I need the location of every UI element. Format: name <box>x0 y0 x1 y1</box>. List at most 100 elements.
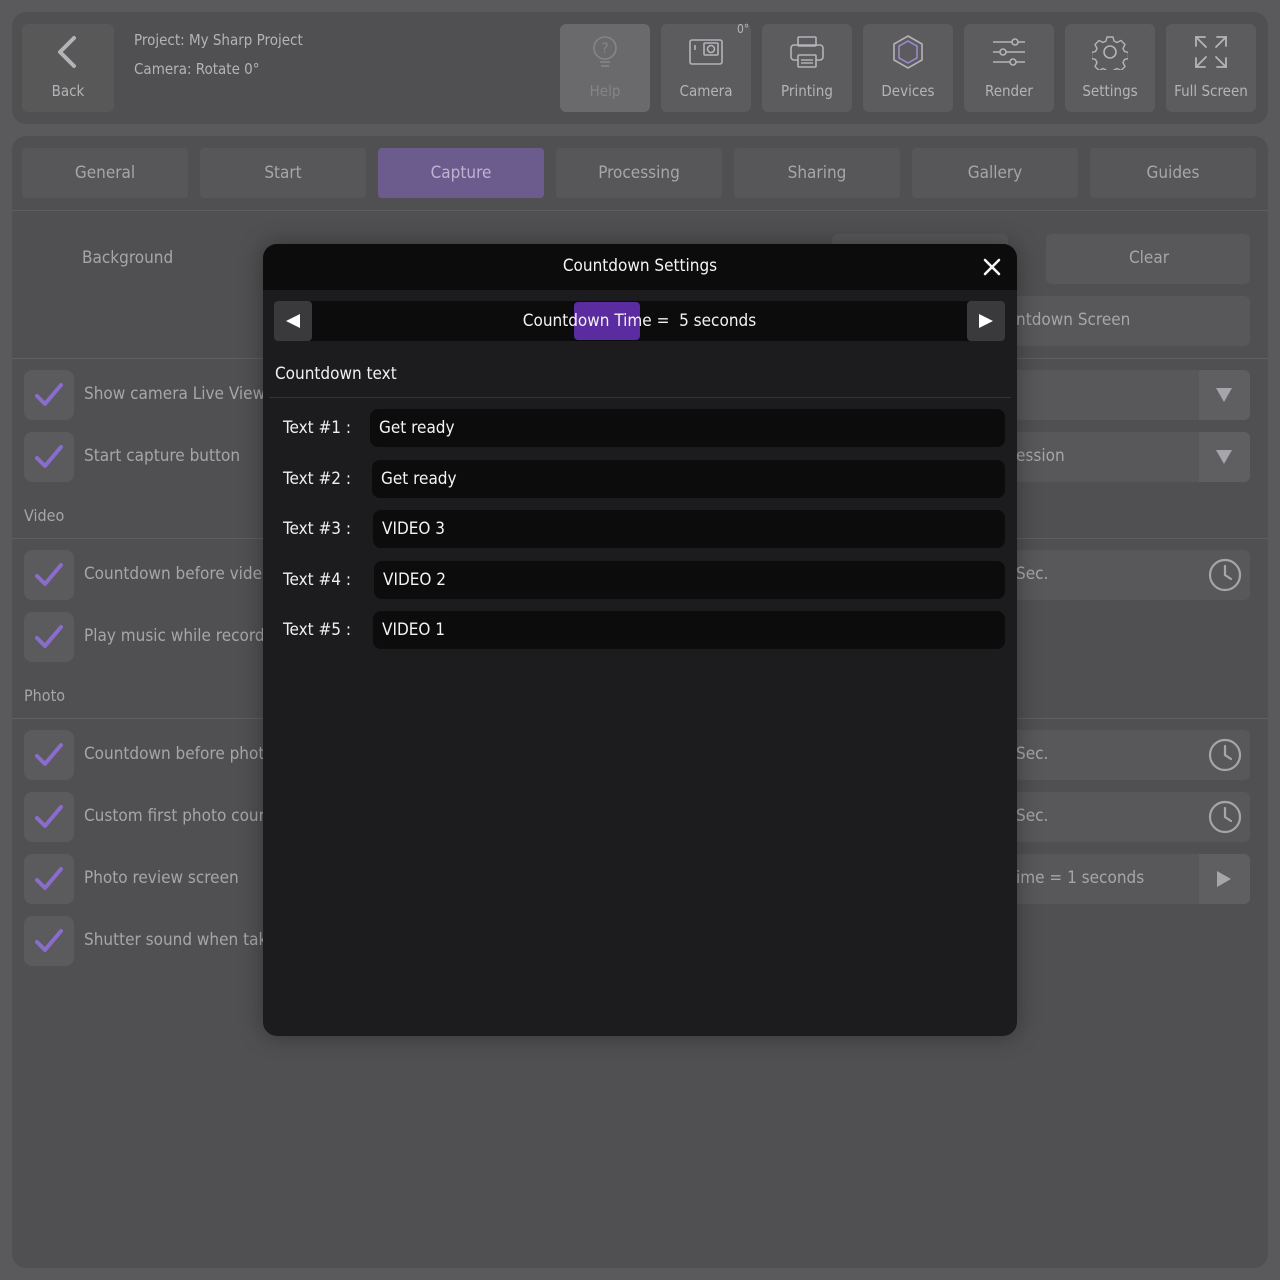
camera-button[interactable]: Camera <box>661 24 751 112</box>
back-label: Back <box>51 82 85 100</box>
live-view-dropdown-toggle[interactable] <box>1199 370 1250 420</box>
render-label: Render <box>985 82 1033 100</box>
photo-review-checkbox[interactable] <box>24 854 74 904</box>
camera-icon <box>689 39 723 65</box>
custom-first-photo-checkbox[interactable] <box>24 792 74 842</box>
text-2-input[interactable] <box>372 460 1005 498</box>
video-section-label: Video <box>24 506 65 525</box>
text-2-label: Text #2 : <box>283 469 352 489</box>
text-3-label: Text #3 : <box>283 519 352 539</box>
project-info: Project: My Sharp Project Camera: Rotate… <box>134 26 303 84</box>
tab-processing[interactable]: Processing <box>556 148 722 198</box>
play-music-label: Play music while record <box>84 626 265 646</box>
photo-review-next-button[interactable] <box>1199 854 1250 904</box>
arrow-left-icon <box>286 314 300 328</box>
checkmark-icon <box>35 743 63 766</box>
custom-first-photo-label: Custom first photo cour <box>84 806 265 826</box>
countdown-video-label: Countdown before vide <box>84 564 263 584</box>
tabs-divider <box>12 210 1268 211</box>
printing-button[interactable]: Printing <box>762 24 852 112</box>
live-view-checkbox[interactable] <box>24 370 74 420</box>
countdown-text-heading: Countdown text <box>275 364 397 384</box>
countdown-video-unit: Sec. <box>1016 564 1049 584</box>
countdown-time-value: Countdown Time = 5 seconds <box>522 311 757 331</box>
countdown-video-checkbox[interactable] <box>24 550 74 600</box>
fullscreen-icon <box>1195 36 1227 68</box>
start-capture-checkbox[interactable] <box>24 432 74 482</box>
camera-rotation-badge: 0° <box>737 22 750 36</box>
text-4-label: Text #4 : <box>283 570 352 590</box>
help-label: Help <box>589 82 621 100</box>
fullscreen-label: Full Screen <box>1174 82 1248 100</box>
lightbulb-icon: ? <box>593 36 617 67</box>
render-button[interactable]: Render <box>964 24 1054 112</box>
countdown-screen-label: ntdown Screen <box>1016 310 1131 330</box>
back-button[interactable]: Back <box>22 24 114 112</box>
tab-guides[interactable]: Guides <box>1090 148 1256 198</box>
arrow-right-icon <box>979 314 993 328</box>
decrease-time-button[interactable] <box>274 301 312 341</box>
chevron-down-icon <box>1216 450 1232 464</box>
countdown-settings-dialog: Countdown Settings Countdown Time = 5 se… <box>263 244 1017 1036</box>
start-capture-label: Start capture button <box>84 446 241 466</box>
chevron-down-icon <box>1216 388 1232 402</box>
custom-first-photo-unit: Sec. <box>1016 806 1049 826</box>
devices-label: Devices <box>881 82 935 100</box>
start-capture-value: ession <box>1016 446 1065 466</box>
text-5-input[interactable] <box>373 611 1005 649</box>
help-button[interactable]: ? Help <box>560 24 650 112</box>
close-icon[interactable] <box>981 256 1003 278</box>
dialog-header: Countdown Settings <box>263 244 1017 290</box>
photo-review-label: Photo review screen <box>84 868 239 888</box>
settings-button[interactable]: Settings <box>1065 24 1155 112</box>
fullscreen-button[interactable]: Full Screen <box>1166 24 1256 112</box>
tab-general[interactable]: General <box>22 148 188 198</box>
clear-label: Clear <box>1129 248 1170 268</box>
camera-label: Camera <box>679 82 733 100</box>
text-3-input[interactable] <box>373 510 1005 548</box>
app: Back Project: My Sharp Project Camera: R… <box>0 0 1280 1280</box>
tab-start[interactable]: Start <box>200 148 366 198</box>
project-name: Project: My Sharp Project <box>134 31 303 49</box>
countdown-photo-unit: Sec. <box>1016 744 1049 764</box>
play-music-checkbox[interactable] <box>24 612 74 662</box>
checkmark-icon <box>35 445 63 468</box>
chevron-left-icon <box>58 36 76 68</box>
background-label: Background <box>82 248 174 268</box>
text-5-label: Text #5 : <box>283 620 352 640</box>
svg-text:?: ? <box>601 41 608 57</box>
printer-icon <box>790 36 824 68</box>
countdown-time-stepper: Countdown Time = 5 seconds <box>274 301 1005 341</box>
dialog-title: Countdown Settings <box>562 256 718 276</box>
countdown-photo-label: Countdown before phot <box>84 744 265 764</box>
live-view-label: Show camera Live View <box>84 384 266 404</box>
tab-sharing[interactable]: Sharing <box>734 148 900 198</box>
devices-icon <box>893 35 923 69</box>
checkmark-icon <box>35 805 63 828</box>
increase-time-button[interactable] <box>967 301 1005 341</box>
countdown-photo-checkbox[interactable] <box>24 730 74 780</box>
shutter-sound-checkbox[interactable] <box>24 916 74 966</box>
devices-button[interactable]: Devices <box>863 24 953 112</box>
start-capture-dropdown-toggle[interactable] <box>1199 432 1250 482</box>
text-4-input[interactable] <box>374 561 1005 599</box>
photo-section-label: Photo <box>24 686 66 705</box>
photo-review-value: ime = 1 seconds <box>1016 868 1145 888</box>
printing-label: Printing <box>781 82 833 100</box>
checkmark-icon <box>35 929 63 952</box>
checkmark-icon <box>35 383 63 406</box>
text-1-label: Text #1 : <box>283 418 352 438</box>
text-1-input[interactable] <box>370 409 1005 447</box>
dialog-divider <box>269 397 1011 398</box>
play-arrow-icon <box>1217 871 1231 887</box>
clock-icon[interactable] <box>1208 800 1242 834</box>
shutter-sound-label: Shutter sound when tak <box>84 930 268 950</box>
settings-label: Settings <box>1082 82 1138 100</box>
checkmark-icon <box>35 625 63 648</box>
sliders-icon <box>993 38 1025 66</box>
clock-icon[interactable] <box>1208 738 1242 772</box>
clock-icon[interactable] <box>1208 558 1242 592</box>
tab-gallery[interactable]: Gallery <box>912 148 1078 198</box>
camera-rotation: Camera: Rotate 0° <box>134 60 260 78</box>
tab-capture[interactable]: Capture <box>378 148 544 198</box>
